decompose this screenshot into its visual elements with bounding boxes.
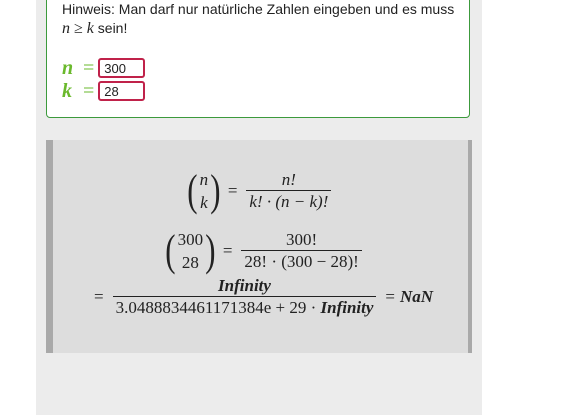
result-den: 3.0488834461171384e + 29 · Infinity: [112, 296, 377, 318]
k-input[interactable]: [98, 81, 146, 101]
result-den-inf: Infinity: [320, 298, 374, 317]
result-value: NaN: [400, 287, 434, 306]
binom-bottom: k: [200, 193, 208, 212]
result-den-prefix: 3.0488834461171384e + 29 ·: [115, 298, 321, 317]
binom-top: n: [199, 170, 209, 189]
binomial-values: ( 300 28 ): [165, 226, 216, 275]
k-equals: =: [83, 79, 95, 102]
hint-text: Hinweis: Man darf nur natürliche Zahlen …: [62, 0, 462, 38]
binom-top-value: 300: [177, 230, 204, 249]
fraction-num: n!: [281, 170, 296, 189]
hint-sentence: Hinweis: Man darf nur natürliche Zahlen …: [62, 1, 455, 17]
formula-result: = Infinity 3.0488834461171384e + 29 · In…: [94, 276, 434, 318]
fraction-values: 300! 28! · (300 − 28)!: [241, 230, 362, 272]
n-row: n =: [62, 56, 146, 79]
formula-general: ( n k ) = n! k! · (n − k)!: [185, 168, 335, 214]
fraction-result: Infinity 3.0488834461171384e + 29 · Infi…: [112, 276, 377, 318]
n-input[interactable]: [98, 58, 146, 78]
hint-condition: n ≥ k: [62, 20, 94, 37]
input-panel: Hinweis: Man darf nur natürliche Zahlen …: [46, 0, 470, 118]
fraction-num-value: 300!: [286, 230, 318, 249]
n-label: n: [62, 56, 74, 79]
result-num: Infinity: [218, 276, 271, 295]
fraction-den: k! · (n − k)!: [246, 190, 332, 212]
binom-bottom-value: 28: [181, 253, 199, 272]
k-row: k =: [62, 79, 146, 102]
formula-substituted: ( 300 28 ) = 300! 28! · (300 − 28)!: [163, 228, 366, 274]
fraction-general: n! k! · (n − k)!: [246, 170, 332, 212]
calculation-panel: ( n k ) = n! k! · (n − k)! ( 300 28 ) = …: [46, 140, 472, 353]
fraction-den-value: 28! · (300 − 28)!: [241, 250, 362, 272]
hint-suffix: sein!: [97, 20, 128, 36]
n-equals: =: [83, 56, 95, 79]
k-label: k: [62, 79, 72, 102]
binomial-general: ( n k ): [187, 166, 221, 215]
